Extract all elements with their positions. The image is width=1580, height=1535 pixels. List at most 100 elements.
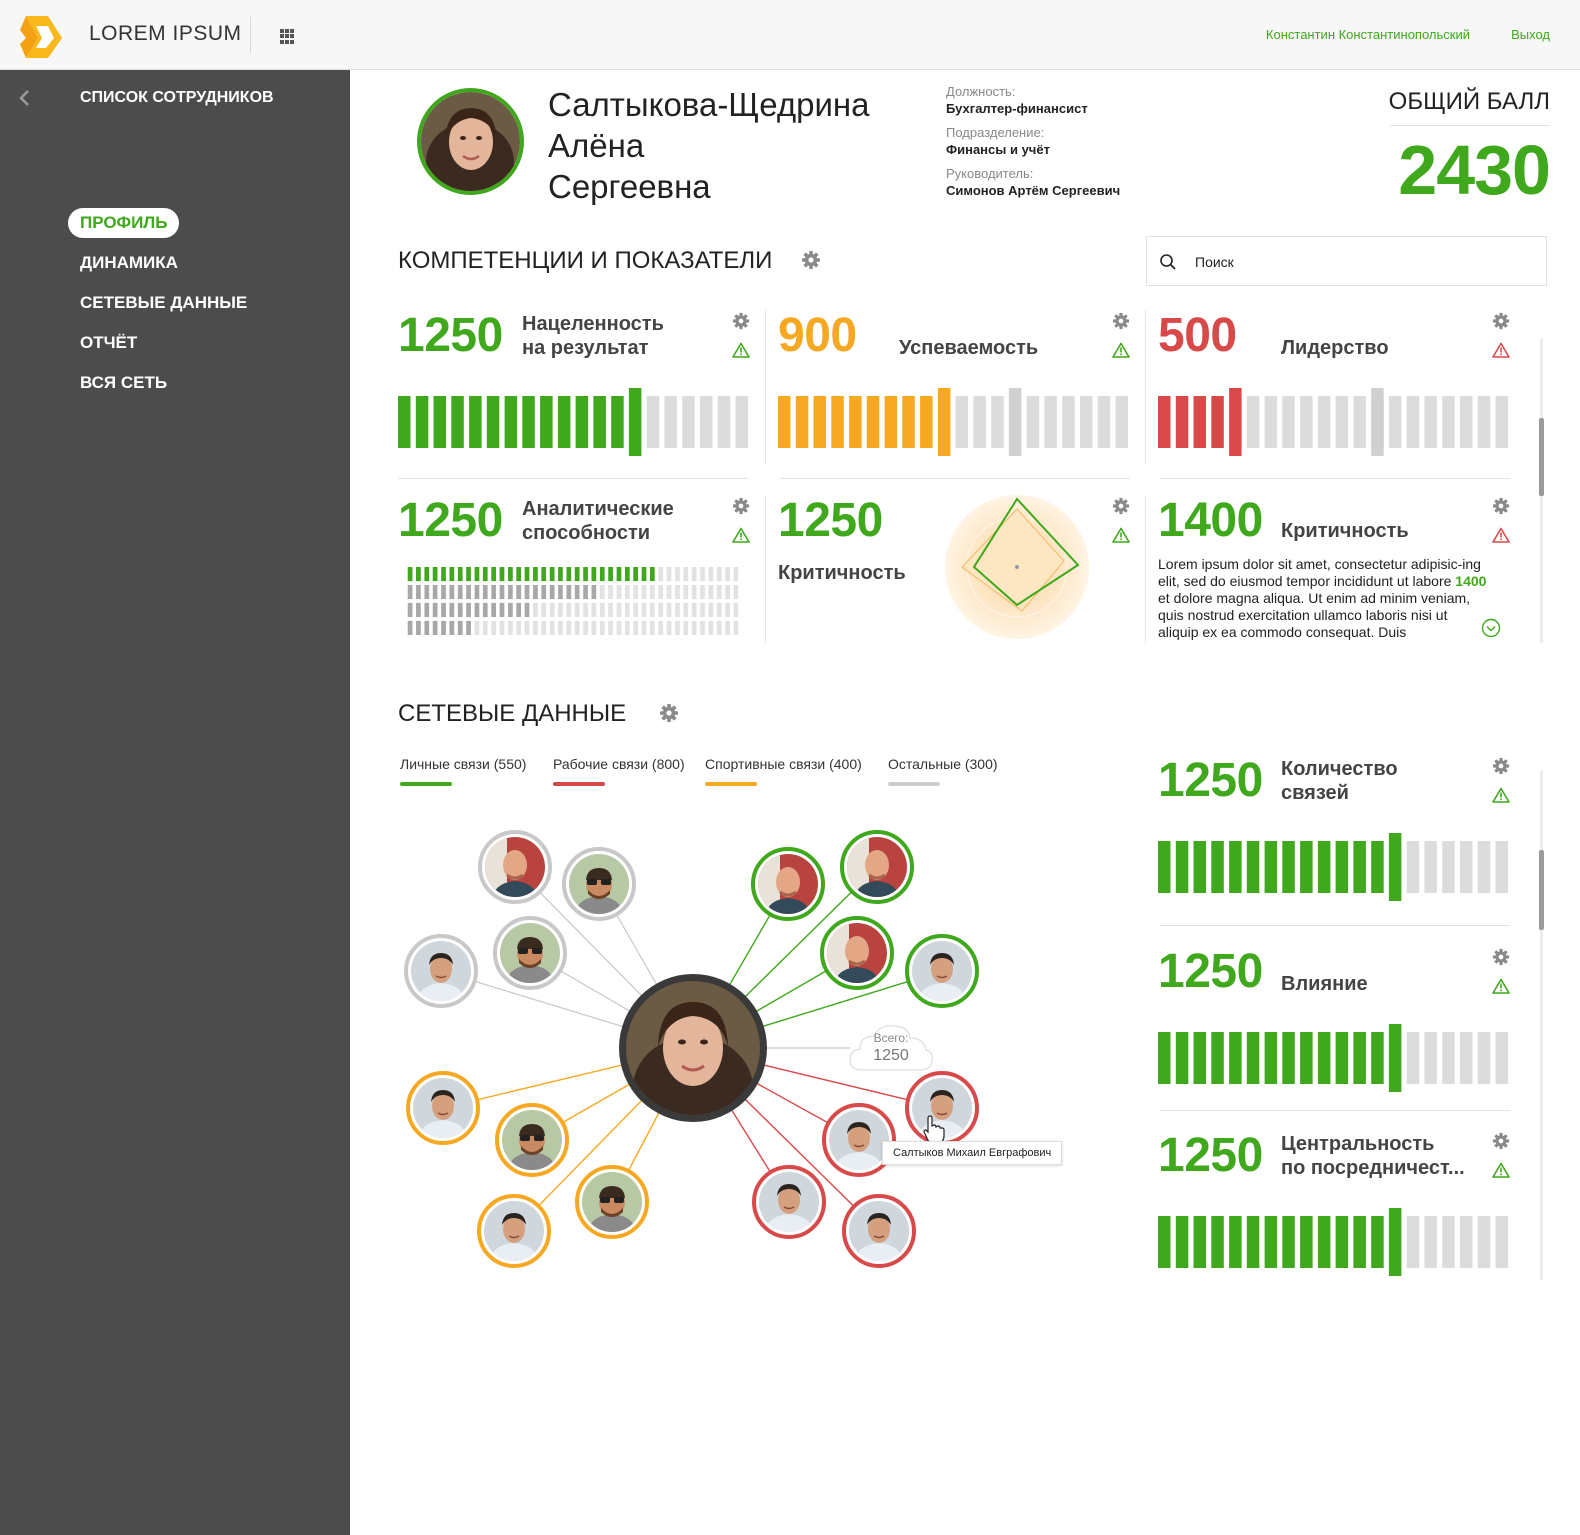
chevron-down-icon[interactable]	[1481, 618, 1501, 638]
tab-other-links[interactable]: Остальные (300)	[888, 756, 998, 786]
warning-icon[interactable]	[1112, 527, 1130, 543]
logo-icon[interactable]	[18, 14, 64, 60]
avatar[interactable]	[406, 1071, 480, 1145]
avatar[interactable]	[820, 916, 894, 990]
warning-icon[interactable]	[732, 342, 750, 358]
tab-personal-links[interactable]: Личные связи (550)	[400, 756, 526, 786]
bar-segment	[1388, 1208, 1402, 1276]
gear-icon[interactable]	[1492, 757, 1510, 775]
bar-segment	[733, 584, 739, 600]
bar-segment	[1460, 1032, 1473, 1084]
metric-label: Критичность	[778, 562, 906, 584]
search-input[interactable]	[1195, 251, 1525, 273]
sidebar-item-report[interactable]: ОТЧЁТ	[68, 328, 149, 358]
bar-segment	[1264, 841, 1278, 893]
sidebar-item-profile[interactable]: ПРОФИЛЬ	[68, 208, 180, 238]
avatar[interactable]	[493, 916, 567, 990]
bar-segment	[717, 396, 731, 448]
bar-segment	[884, 396, 898, 448]
avatar[interactable]	[575, 1165, 649, 1239]
warning-icon[interactable]	[1492, 787, 1510, 803]
employee-list-link[interactable]: СПИСОК СОТРУДНИКОВ	[80, 89, 274, 107]
gear-icon[interactable]	[659, 703, 679, 723]
gear-icon[interactable]	[732, 312, 750, 330]
bar-segment	[658, 584, 664, 600]
gear-icon[interactable]	[1492, 312, 1510, 330]
avatar[interactable]	[562, 847, 636, 921]
current-user-link[interactable]: Константин Константинопольский	[1266, 27, 1470, 42]
warning-icon[interactable]	[1492, 527, 1510, 543]
bar-segment	[549, 584, 555, 600]
scrollbar-thumb[interactable]	[1539, 850, 1544, 930]
bar-segment	[1495, 396, 1508, 448]
scrollbar-track[interactable]	[1540, 770, 1543, 1280]
gear-icon[interactable]	[732, 497, 750, 515]
bar-segment	[675, 567, 680, 582]
bar-segment	[1097, 396, 1111, 448]
avatar[interactable]	[752, 1165, 826, 1239]
tab-work-links[interactable]: Рабочие связи (800)	[553, 756, 685, 786]
bar-segment	[1282, 1216, 1295, 1268]
avatar[interactable]	[840, 830, 914, 904]
bar-segment	[474, 602, 480, 618]
bar-segment	[533, 584, 538, 600]
bar-segment	[1406, 396, 1420, 448]
avatar[interactable]	[478, 830, 552, 904]
bar-segment	[1080, 396, 1093, 448]
avatar[interactable]	[751, 847, 825, 921]
scrollbar-thumb[interactable]	[1539, 418, 1544, 496]
bar-segment	[1477, 1032, 1491, 1084]
warning-icon[interactable]	[1492, 342, 1510, 358]
bar-segment	[1175, 841, 1189, 893]
avatar	[417, 88, 524, 195]
gear-icon[interactable]	[1492, 497, 1510, 515]
bar-segment	[725, 584, 730, 600]
bar-segment	[682, 396, 695, 448]
avatar[interactable]	[842, 1194, 916, 1268]
top-bar: LOREM IPSUM Константин Константинопольск…	[0, 0, 1580, 70]
sidebar-item-dynamics[interactable]: ДИНАМИКА	[68, 248, 190, 278]
bar-segment	[549, 602, 555, 618]
total-score-value: 2430	[1398, 131, 1551, 209]
metric-label-line: Количество	[1281, 758, 1398, 780]
divider	[1160, 1110, 1510, 1111]
divider	[250, 17, 251, 53]
gear-icon[interactable]	[801, 250, 821, 270]
warning-icon[interactable]	[1492, 1162, 1510, 1178]
bar-segment	[1300, 1032, 1313, 1084]
avatar[interactable]	[495, 1103, 569, 1177]
gear-icon[interactable]	[1492, 948, 1510, 966]
bar-segment	[649, 602, 655, 618]
bar-segment	[558, 567, 563, 582]
avatar[interactable]	[477, 1194, 551, 1268]
network-graph[interactable]	[390, 820, 1090, 1290]
warning-icon[interactable]	[1112, 342, 1130, 358]
gear-icon[interactable]	[1492, 1132, 1510, 1150]
center-avatar[interactable]	[619, 974, 767, 1140]
bar-segment	[708, 602, 714, 618]
metric-value: 1400	[1158, 494, 1263, 547]
gear-icon[interactable]	[1112, 497, 1130, 515]
bar-segment	[424, 620, 430, 635]
bar-segment	[649, 567, 655, 582]
avatar[interactable]	[905, 934, 979, 1008]
chevron-left-icon[interactable]	[17, 89, 33, 107]
metric-value: 1250	[1158, 945, 1263, 998]
total-score-label: ОБЩИЙ БАЛЛ	[1388, 88, 1550, 115]
bar-segment	[575, 396, 589, 448]
metric-label: Количество связей	[1281, 757, 1398, 805]
warning-icon[interactable]	[1492, 978, 1510, 994]
logout-link[interactable]: Выход	[1511, 27, 1550, 42]
name-line: Сергеевна	[548, 168, 711, 205]
sidebar-item-whole-network[interactable]: ВСЯ СЕТЬ	[68, 368, 179, 398]
apps-grid-icon[interactable]	[280, 29, 295, 44]
bar-segment	[541, 620, 547, 635]
metric-label: Лидерство	[1281, 337, 1389, 359]
warning-icon[interactable]	[732, 527, 750, 543]
gear-icon[interactable]	[1112, 312, 1130, 330]
sidebar-item-network-data[interactable]: СЕТЕВЫЕ ДАННЫЕ	[68, 288, 259, 318]
divider	[1145, 310, 1146, 465]
bar-segment	[691, 602, 697, 618]
tab-sport-links[interactable]: Спортивные связи (400)	[705, 756, 862, 786]
avatar[interactable]	[404, 934, 478, 1008]
